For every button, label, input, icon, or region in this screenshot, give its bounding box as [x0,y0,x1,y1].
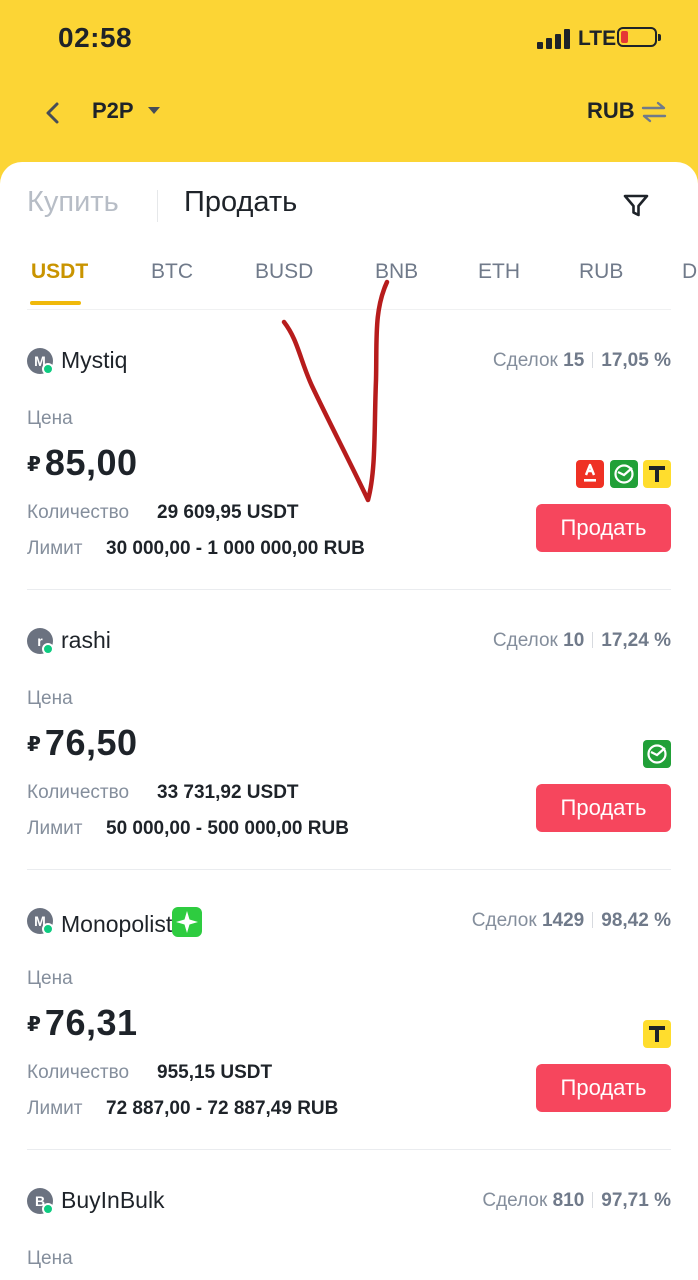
offer-card: M Mystiq Сделок 15 17,05 % Цена ₽85,00 Ко… [0,310,698,590]
coin-tab-bnb[interactable]: BNB [375,260,418,284]
merchant-stats: Сделок 810 97,71 % [482,1190,671,1211]
main-sheet: Купить Продать USDT BTC BUSD BNB ETH RUB… [0,162,698,1280]
coin-tab-eth[interactable]: ETH [478,260,520,284]
tab-sell[interactable]: Продать [184,186,297,219]
status-bar: 02:58 LTE [0,0,698,80]
sberbank-icon [610,460,638,488]
chevron-down-icon[interactable] [148,107,160,114]
offer-card: B BuyInBulk Сделок 810 97,71 % Цена [0,1150,698,1280]
limit-value: 72 887,00 - 72 887,49 RUB [106,1098,339,1119]
sell-button[interactable]: Продать [536,784,671,832]
sparkle-icon [172,907,203,937]
quantity-value: 33 731,92 USDT [157,782,299,803]
offer-card: M Monopolist Сделок 1429 98,42 % Цена ₽76… [0,870,698,1150]
coin-tab-rub[interactable]: RUB [579,260,623,284]
quantity-label: Количество [27,1062,130,1083]
nav-bar: P2P RUB [0,80,698,150]
coin-tabs: USDT BTC BUSD BNB ETH RUB D [0,260,698,310]
quantity-label: Количество [27,502,130,523]
alfa-bank-icon [576,460,604,488]
signal-icon [537,29,571,49]
merchant-name[interactable]: BuyInBulk [61,1187,165,1214]
limit-value: 50 000,00 - 500 000,00 RUB [106,818,349,839]
merchant-name[interactable]: Mystiq [61,347,127,374]
active-tab-indicator [30,301,81,305]
price-label: Цена [27,1248,73,1269]
price-label: Цена [27,408,73,429]
coin-tab-more[interactable]: D [682,260,697,284]
sberbank-icon [643,740,671,768]
filter-icon[interactable] [622,192,650,220]
coin-tab-btc[interactable]: BTC [151,260,193,284]
network-label: LTE [578,27,617,50]
merchant-name[interactable]: rashi [61,627,111,654]
tab-divider [157,190,158,222]
tab-buy[interactable]: Купить [27,186,119,219]
merchant-stats: Сделок 10 17,24 % [492,630,671,651]
tinkoff-icon [643,1020,671,1048]
merchant-stats: Сделок 15 17,05 % [492,350,671,371]
quantity-value: 955,15 USDT [157,1062,273,1083]
battery-icon [617,27,661,47]
offer-card: r rashi Сделок 10 17,24 % Цена ₽76,50 Кол… [0,590,698,870]
price-label: Цена [27,968,73,989]
avatar[interactable]: B [27,1188,54,1215]
p2p-title[interactable]: P2P [92,98,134,124]
quantity-label: Количество [27,782,130,803]
price: ₽85,00 [27,442,138,483]
merchant-stats: Сделок 1429 98,42 % [471,910,671,931]
limit-label: Лимит [27,538,83,559]
avatar[interactable]: M [27,348,54,375]
price-label: Цена [27,688,73,709]
coin-tab-busd[interactable]: BUSD [255,260,313,284]
price: ₽76,50 [27,722,138,763]
back-arrow-icon[interactable] [38,98,68,128]
status-time: 02:58 [58,22,133,53]
sell-button[interactable]: Продать [536,504,671,552]
quantity-value: 29 609,95 USDT [157,502,299,523]
coin-tab-usdt[interactable]: USDT [31,260,88,284]
sell-button[interactable]: Продать [536,1064,671,1112]
price: ₽76,31 [27,1002,138,1043]
limit-label: Лимит [27,1098,83,1119]
swap-arrows-icon[interactable] [640,99,668,125]
fiat-currency-label[interactable]: RUB [587,98,635,124]
tinkoff-icon [643,460,671,488]
limit-label: Лимит [27,818,83,839]
merchant-name[interactable]: Monopolist [61,907,203,938]
limit-value: 30 000,00 - 1 000 000,00 RUB [106,538,365,559]
avatar[interactable]: r [27,628,54,655]
avatar[interactable]: M [27,908,54,935]
